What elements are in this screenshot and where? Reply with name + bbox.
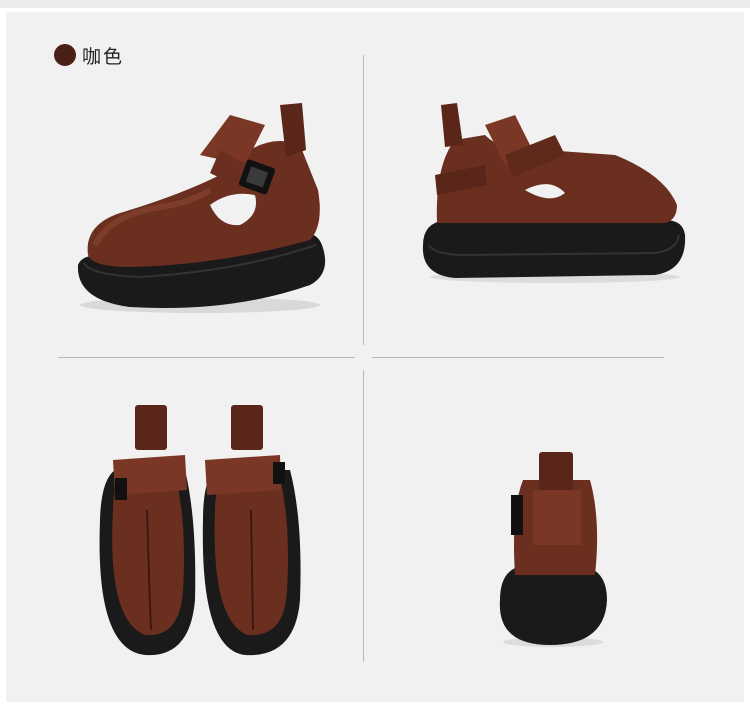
product-color-page: 咖色 (0, 0, 750, 707)
side-profile-view (415, 95, 695, 295)
color-swatch-icon (54, 44, 76, 66)
shoe-back-icon (499, 452, 607, 647)
shoe-three-quarter-icon (77, 103, 326, 313)
front-pair-view (95, 400, 305, 660)
vertical-divider-bottom (363, 370, 364, 662)
color-name: 咖色 (82, 45, 125, 68)
color-variant-label: 咖色 (54, 40, 124, 70)
shoe-pair-front-icon (99, 405, 301, 656)
back-view (495, 450, 615, 650)
side-angle-view (70, 95, 340, 325)
shoe-side-icon (422, 103, 686, 283)
vertical-divider-top (363, 55, 364, 345)
top-strip (0, 0, 750, 8)
horizontal-divider-left (58, 357, 355, 358)
horizontal-divider-right (372, 357, 664, 358)
